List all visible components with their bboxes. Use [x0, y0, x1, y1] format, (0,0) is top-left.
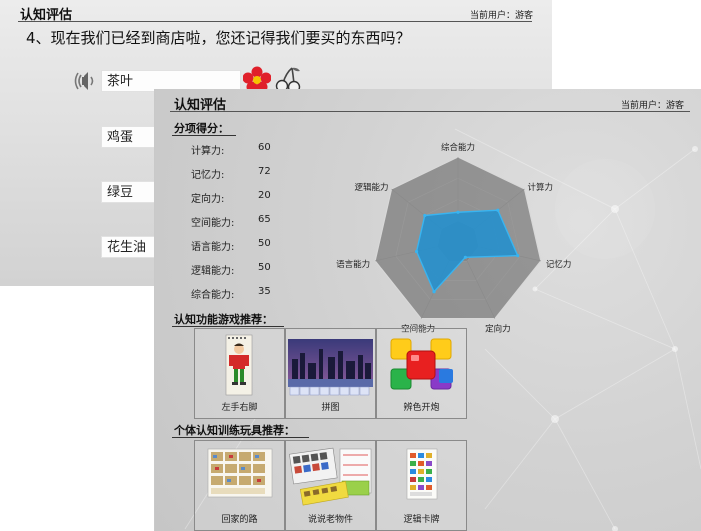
score-label: 语言能力:: [191, 242, 235, 253]
toy-card-label: 说说老物件: [307, 515, 353, 525]
radar-axis-label: 定向力: [485, 324, 511, 335]
way-home-cards-image: [207, 448, 273, 498]
radar-data-point: [423, 213, 427, 218]
score-row: 语言能力: 50: [191, 238, 321, 254]
current-user-label: 当前用户：游客: [621, 101, 685, 111]
radar-axis-label: 语言能力: [336, 259, 370, 270]
game-card-puzzle[interactable]: 拼图: [285, 328, 376, 419]
score-label: 定向力:: [191, 194, 225, 205]
ability-radar-chart: 综合能力计算力记忆力定向力空间能力语言能力逻辑能力: [336, 142, 572, 335]
toy-card-label: 回家的路: [221, 515, 258, 525]
score-row: 综合能力: 35: [191, 286, 321, 302]
radar-data-point: [432, 290, 436, 294]
left-hand-right-foot-image: [225, 334, 253, 396]
score-row: 计算力: 60: [191, 142, 321, 158]
toys-title-underline: [172, 437, 309, 438]
question-text: 4、现在我们已经到商店啦，您还记得我们要买的东西吗？: [26, 29, 411, 47]
toy-card-logic-cards[interactable]: 逻辑卡牌: [376, 440, 467, 531]
toy-card-label: 逻辑卡牌: [403, 515, 440, 525]
score-value: 20: [258, 190, 271, 201]
city-skyline-puzzle-image: [288, 339, 373, 396]
score-row: 记忆力: 72: [191, 166, 321, 182]
radar-data-point: [496, 208, 500, 212]
scores-title-underline: [172, 135, 236, 136]
radar-axis-label: 计算力: [527, 182, 553, 193]
games-section-title: 认知功能游戏推荐：: [174, 313, 273, 326]
score-row: 逻辑能力: 50: [191, 262, 321, 278]
game-card-color-cannon[interactable]: 辨色开炮: [376, 328, 467, 419]
header-divider: [18, 21, 532, 22]
toy-card-way-home[interactable]: 回家的路: [194, 440, 285, 531]
speaker-icon[interactable]: [74, 69, 100, 93]
game-card-label: 左手右脚: [221, 403, 258, 413]
game-card-left-hand-right-foot[interactable]: 左手右脚: [194, 328, 285, 419]
games-title-underline: [172, 326, 284, 327]
score-value: 50: [258, 238, 271, 249]
radar-axis-label: 逻辑能力: [355, 182, 389, 193]
score-row: 定向力: 20: [191, 190, 321, 206]
score-label: 空间能力:: [191, 218, 235, 229]
score-value: 72: [258, 166, 271, 177]
current-user-label: 当前用户：游客: [470, 11, 534, 21]
score-label: 记忆力:: [191, 170, 225, 181]
radar-data-point: [456, 210, 460, 214]
score-value: 65: [258, 214, 271, 225]
window-header: 认知评估 当前用户：游客: [0, 0, 552, 23]
old-objects-cards-image: [289, 447, 372, 506]
game-card-label: 辨色开炮: [403, 403, 440, 413]
header-divider: [170, 111, 690, 112]
radar-data-point: [516, 254, 520, 258]
score-row: 空间能力: 65: [191, 214, 321, 230]
toy-card-old-objects[interactable]: 说说老物件: [285, 440, 376, 531]
score-value: 35: [258, 286, 271, 297]
score-label: 综合能力:: [191, 290, 235, 301]
score-value: 50: [258, 262, 271, 273]
color-blocks-image: [390, 338, 453, 390]
game-card-label: 拼图: [321, 403, 340, 413]
scores-section-title: 分项得分：: [174, 122, 229, 135]
radar-axis-label: 记忆力: [546, 259, 572, 270]
window-header: 认知评估 当前用户：游客: [155, 89, 701, 113]
assessment-result-window: 认知评估 当前用户：游客 分项得分： 计算力: 60 记忆力: 72 定向力: …: [155, 89, 701, 531]
radar-axis-label: 综合能力: [441, 142, 475, 153]
radar-data-point: [463, 255, 467, 259]
score-label: 计算力:: [191, 146, 225, 157]
score-label: 逻辑能力:: [191, 266, 235, 277]
logic-card-image: [406, 448, 438, 500]
toys-section-title: 个体认知训练玩具推荐：: [174, 424, 295, 437]
radar-data-point: [414, 249, 419, 254]
score-value: 60: [258, 142, 271, 153]
